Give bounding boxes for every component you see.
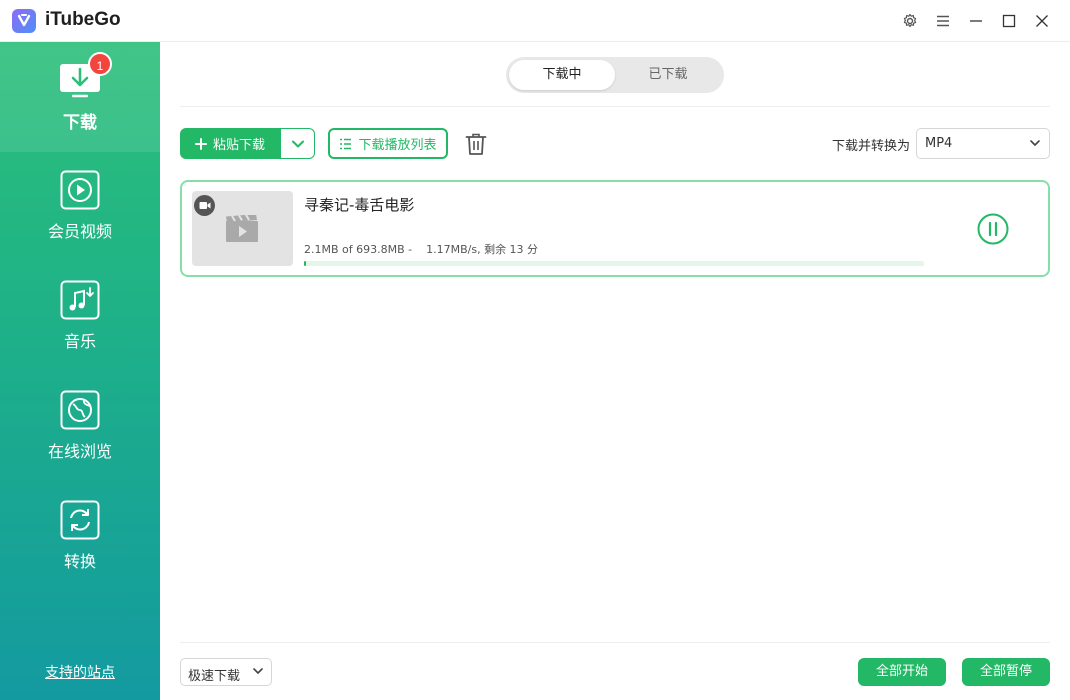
- main-panel: 下载中 已下载 粘贴下载 下载播放列表 下载并转换为 MP4 寻秦记-毒舌电影 …: [160, 42, 1070, 700]
- divider: [180, 642, 1050, 643]
- plus-icon: [194, 137, 207, 150]
- maximize-icon[interactable]: [997, 9, 1021, 33]
- globe-icon: [60, 390, 100, 430]
- download-speed-select[interactable]: 极速下载: [180, 658, 272, 686]
- paste-download-main[interactable]: 粘贴下载: [180, 128, 280, 159]
- app-title: iTubeGo: [45, 9, 121, 30]
- trash-icon[interactable]: [462, 130, 490, 158]
- start-all-button[interactable]: 全部开始: [858, 658, 946, 686]
- sidebar-item-vip-video[interactable]: 会员视频: [0, 152, 160, 262]
- speed-value: 极速下载: [188, 669, 241, 684]
- download-progress-text: 2.1MB of 693.8MB - 1.17MB/s, 剩余 13 分: [304, 243, 539, 256]
- minimize-icon[interactable]: [964, 9, 988, 33]
- tab-switcher: 下载中 已下载: [506, 57, 724, 93]
- sidebar: 1 下载 会员视频 音乐 在线浏览 转换 支持的站点: [0, 42, 160, 700]
- title-bar: iTubeGo: [0, 0, 1070, 42]
- progress-bar-fill: [304, 261, 306, 266]
- sidebar-item-convert[interactable]: 转换: [0, 482, 160, 592]
- convert-icon: [60, 500, 100, 540]
- close-icon[interactable]: [1030, 9, 1054, 33]
- pause-icon[interactable]: [977, 213, 1009, 245]
- sidebar-item-label: 转换: [63, 552, 96, 571]
- download-title: 寻秦记-毒舌电影: [304, 196, 415, 214]
- sidebar-item-label: 下载: [63, 113, 97, 133]
- film-placeholder-icon: [226, 215, 258, 242]
- sidebar-item-download[interactable]: 1 下载: [0, 42, 160, 152]
- paste-download-button: 粘贴下载: [180, 128, 315, 159]
- supported-sites-link[interactable]: 支持的站点: [0, 662, 160, 682]
- chevron-down-icon: [253, 668, 263, 674]
- app-logo-icon: [12, 9, 36, 33]
- sidebar-item-label: 在线浏览: [47, 442, 112, 461]
- sidebar-item-label: 会员视频: [47, 222, 112, 241]
- paste-dropdown-button[interactable]: [281, 129, 314, 158]
- format-select[interactable]: MP4: [916, 128, 1050, 159]
- list-icon: [340, 138, 352, 149]
- tab-downloaded[interactable]: 已下载: [615, 60, 721, 90]
- sidebar-item-browse[interactable]: 在线浏览: [0, 372, 160, 482]
- format-value: MP4: [925, 136, 953, 151]
- download-count-badge: 1: [88, 52, 112, 76]
- video-thumbnail: [192, 191, 293, 266]
- pause-all-button[interactable]: 全部暂停: [962, 658, 1050, 686]
- sidebar-item-music[interactable]: 音乐: [0, 262, 160, 372]
- chevron-down-icon: [291, 140, 304, 147]
- convert-to-label: 下载并转换为: [832, 139, 911, 154]
- progress-bar: [304, 261, 924, 266]
- download-playlist-button[interactable]: 下载播放列表: [328, 128, 448, 159]
- menu-icon[interactable]: [931, 9, 955, 33]
- download-item: 寻秦记-毒舌电影 2.1MB of 693.8MB - 1.17MB/s, 剩余…: [180, 180, 1050, 277]
- settings-icon[interactable]: [898, 9, 922, 33]
- download-playlist-label: 下载播放列表: [358, 138, 437, 153]
- paste-download-label: 粘贴下载: [212, 138, 265, 153]
- video-camera-icon: [194, 195, 215, 216]
- music-icon: [60, 280, 100, 320]
- chevron-down-icon: [1030, 140, 1040, 146]
- sidebar-item-label: 音乐: [63, 332, 96, 351]
- play-circle-icon: [60, 170, 100, 210]
- tab-downloading[interactable]: 下载中: [509, 60, 615, 90]
- divider: [180, 106, 1050, 107]
